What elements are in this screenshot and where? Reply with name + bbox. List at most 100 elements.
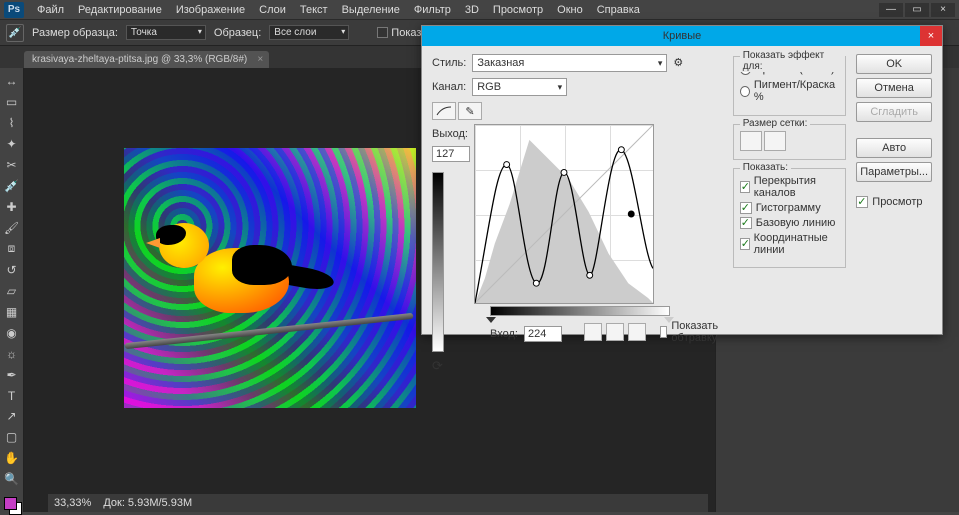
curve-line: [475, 125, 653, 303]
chk-overlay[interactable]: [740, 181, 750, 193]
preview-checkbox[interactable]: [856, 196, 868, 208]
edit-points-button[interactable]: [432, 102, 456, 120]
sample-layers-dropdown[interactable]: Все слои: [269, 25, 349, 40]
gridsize-fieldset: Размер сетки:: [733, 124, 847, 160]
auto-button[interactable]: Авто: [856, 138, 932, 158]
window-minimize[interactable]: —: [879, 3, 903, 17]
radio-pigment[interactable]: Пигмент/Краска %: [740, 79, 840, 103]
dialog-close-button[interactable]: ×: [920, 26, 942, 46]
grid-large-button[interactable]: [740, 131, 762, 151]
shape-tool[interactable]: ▢: [2, 428, 22, 447]
blur-tool[interactable]: ◉: [2, 323, 22, 342]
show-legend: Показать:: [740, 162, 791, 173]
document-image: [124, 148, 416, 408]
sample-layers-label: Образец:: [214, 27, 261, 39]
menu-text[interactable]: Текст: [293, 2, 335, 18]
menu-filter[interactable]: Фильтр: [407, 2, 458, 18]
effect-fieldset: Показать эффект для: Яркость (0-255) Пиг…: [733, 56, 847, 116]
status-bar: 33,33% Док: 5.93M/5.93M: [48, 494, 708, 512]
menu-layer[interactable]: Слои: [252, 2, 293, 18]
window-maximize[interactable]: ▭: [905, 3, 929, 17]
style-dropdown[interactable]: Заказная: [472, 54, 667, 72]
sample-size-dropdown[interactable]: Точка: [126, 25, 206, 40]
output-input[interactable]: [432, 146, 470, 162]
curves-graph[interactable]: [474, 124, 654, 304]
menu-3d[interactable]: 3D: [458, 2, 486, 18]
preview-label: Просмотр: [872, 196, 922, 208]
curves-dialog: Кривые × Стиль: Заказная ⚙ Канал: RGB ✎ …: [421, 25, 943, 335]
black-point-slider[interactable]: [486, 317, 496, 323]
white-eyedropper[interactable]: [628, 323, 646, 341]
chk-histogram-label: Гистограмму: [756, 202, 821, 214]
menu-help[interactable]: Справка: [590, 2, 647, 18]
show-rings-checkbox[interactable]: [377, 27, 388, 38]
document-tab[interactable]: krasivaya-zheltaya-ptitsa.jpg @ 33,3% (R…: [24, 51, 269, 68]
options-button[interactable]: Параметры...: [856, 162, 932, 182]
history-brush-tool[interactable]: ↺: [2, 260, 22, 279]
draw-curve-button[interactable]: ✎: [458, 102, 482, 120]
brush-tool[interactable]: 🖌: [2, 219, 22, 238]
smooth-button[interactable]: Сгладить: [856, 102, 932, 122]
channel-dropdown[interactable]: RGB: [472, 78, 567, 96]
zoom-value: 33,33%: [54, 497, 91, 509]
effect-legend: Показать эффект для:: [740, 50, 846, 72]
chk-coord-label: Координатные линии: [754, 232, 840, 256]
marquee-tool[interactable]: ▭: [2, 93, 22, 112]
output-gradient: [432, 172, 444, 352]
cycle-icon[interactable]: ⟳: [432, 358, 443, 373]
preset-options-icon[interactable]: ⚙: [673, 56, 687, 70]
crop-tool[interactable]: ✂: [2, 156, 22, 175]
eraser-tool[interactable]: ▱: [2, 281, 22, 300]
wand-tool[interactable]: ✦: [2, 135, 22, 154]
dialog-title-bar[interactable]: Кривые ×: [422, 26, 942, 46]
stamp-tool[interactable]: ⧈: [2, 240, 22, 259]
menu-edit[interactable]: Редактирование: [71, 2, 169, 18]
hand-tool[interactable]: ✋: [2, 449, 22, 468]
color-swatches[interactable]: [4, 497, 20, 512]
menu-window[interactable]: Окно: [550, 2, 590, 18]
chk-overlay-label: Перекрытия каналов: [754, 175, 840, 199]
input-input[interactable]: [524, 326, 562, 342]
output-label: Выход:: [432, 128, 468, 140]
dodge-tool[interactable]: ☼: [2, 344, 22, 363]
menu-file[interactable]: Файл: [30, 2, 71, 18]
white-point-slider[interactable]: [664, 317, 674, 323]
input-gradient: [490, 306, 670, 316]
heal-tool[interactable]: ✚: [2, 198, 22, 217]
type-tool[interactable]: T: [2, 386, 22, 405]
chk-coord[interactable]: [740, 238, 750, 250]
gridsize-legend: Размер сетки:: [740, 118, 811, 129]
style-label: Стиль:: [432, 57, 466, 69]
zoom-tool[interactable]: 🔍: [2, 470, 22, 489]
eyedropper-tool[interactable]: 💉: [2, 177, 22, 196]
toolbox: ↔ ▭ ⌇ ✦ ✂ 💉 ✚ 🖌 ⧈ ↺ ▱ ▦ ◉ ☼ ✒ T ↗ ▢ ✋ 🔍: [0, 68, 24, 512]
gray-eyedropper[interactable]: [606, 323, 624, 341]
channel-label: Канал:: [432, 81, 466, 93]
doc-size: Док: 5.93M/5.93M: [103, 497, 192, 509]
cancel-button[interactable]: Отмена: [856, 78, 932, 98]
move-tool[interactable]: ↔: [2, 72, 22, 91]
input-label: Вход:: [490, 328, 518, 340]
show-clipping-checkbox[interactable]: [660, 326, 667, 338]
chk-baseline[interactable]: [740, 217, 752, 229]
chk-histogram[interactable]: [740, 202, 752, 214]
window-close[interactable]: ×: [931, 3, 955, 17]
menu-select[interactable]: Выделение: [335, 2, 407, 18]
show-clipping-label: Показать обтравку: [671, 320, 722, 344]
black-eyedropper[interactable]: [584, 323, 602, 341]
sample-size-label: Размер образца:: [32, 27, 118, 39]
menu-image[interactable]: Изображение: [169, 2, 252, 18]
chk-baseline-label: Базовую линию: [756, 217, 836, 229]
show-fieldset: Показать: Перекрытия каналов Гистограмму…: [733, 168, 847, 268]
app-logo: Ps: [4, 2, 24, 18]
pen-tool[interactable]: ✒: [2, 365, 22, 384]
lasso-tool[interactable]: ⌇: [2, 114, 22, 133]
eyedropper-tool-icon[interactable]: 💉: [6, 24, 24, 42]
path-tool[interactable]: ↗: [2, 407, 22, 426]
menu-view[interactable]: Просмотр: [486, 2, 550, 18]
dialog-title: Кривые: [663, 30, 702, 42]
menu-bar: Ps Файл Редактирование Изображение Слои …: [0, 0, 959, 20]
gradient-tool[interactable]: ▦: [2, 302, 22, 321]
grid-small-button[interactable]: [764, 131, 786, 151]
ok-button[interactable]: OK: [856, 54, 932, 74]
